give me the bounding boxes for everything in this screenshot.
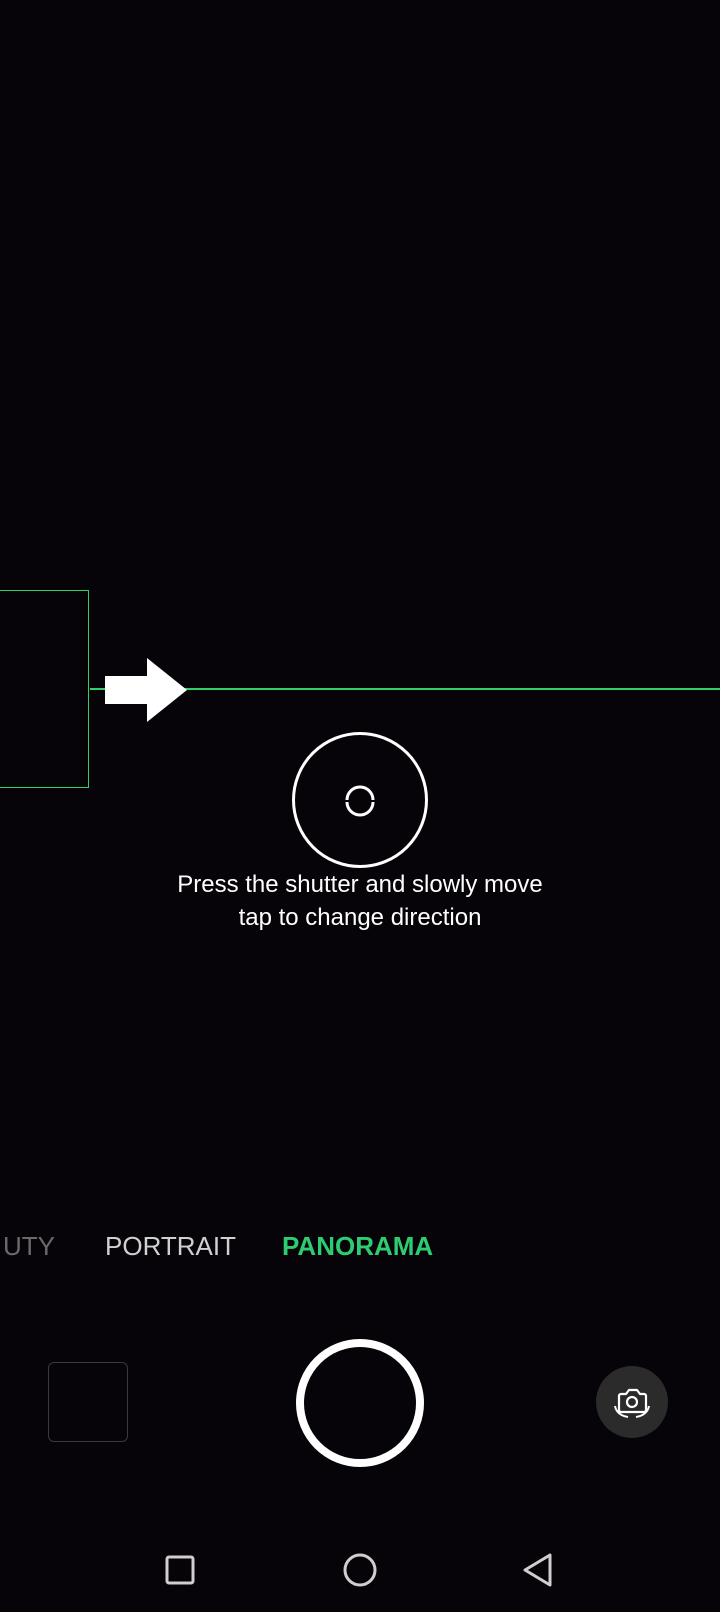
triangle-back-icon [523,1553,552,1587]
mode-portrait[interactable]: PORTRAIT [105,1226,236,1266]
panorama-hint: Press the shutter and slowly move tap to… [0,868,720,934]
back-button[interactable] [508,1540,568,1600]
recents-button[interactable] [150,1540,210,1600]
mode-selector: UTY PORTRAIT PANORAMA [0,1226,720,1266]
circle-icon [343,1553,377,1587]
change-direction-button[interactable] [292,732,428,868]
system-navigation-bar [0,1526,720,1612]
flip-camera-icon [614,1388,650,1418]
flip-camera-button[interactable] [596,1366,668,1438]
mode-panorama[interactable]: PANORAMA [282,1226,433,1266]
home-button[interactable] [330,1540,390,1600]
hint-line-1: Press the shutter and slowly move [177,871,543,898]
mode-beauty[interactable]: UTY [0,1226,55,1266]
panorama-capture-frame [0,590,89,788]
shutter-button[interactable] [296,1339,424,1467]
hint-line-2: tap to change direction [238,904,482,931]
gallery-thumbnail[interactable] [48,1362,128,1442]
direction-arrow-icon [105,658,187,722]
square-icon [165,1555,195,1585]
rotate-direction-icon [345,785,375,817]
